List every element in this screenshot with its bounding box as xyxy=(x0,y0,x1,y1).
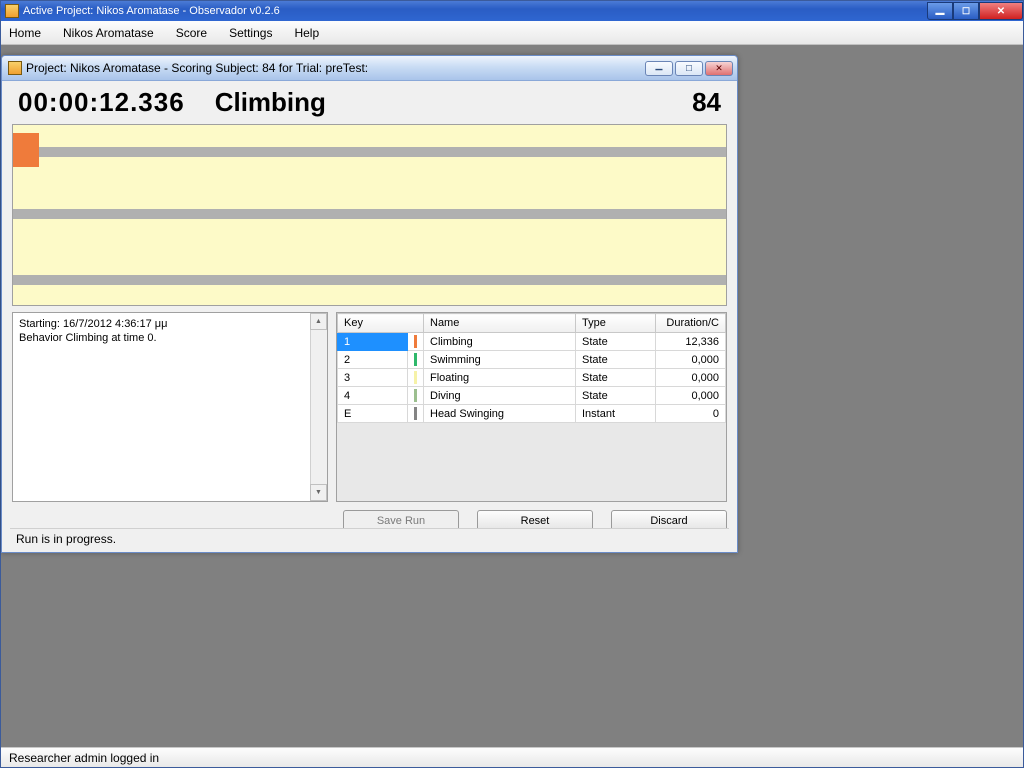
main-window: Active Project: Nikos Aromatase - Observ… xyxy=(0,0,1024,768)
scoring-title: Project: Nikos Aromatase - Scoring Subje… xyxy=(26,61,368,75)
behavior-grid[interactable]: Key Name Type Duration/C 1ClimbingState1… xyxy=(336,312,727,502)
cell-color-swatch xyxy=(408,369,424,387)
col-type[interactable]: Type xyxy=(576,314,656,333)
cell-color-swatch xyxy=(408,351,424,369)
menu-help[interactable]: Help xyxy=(294,26,319,40)
timeline-track xyxy=(13,275,726,285)
cell-name: Floating xyxy=(424,369,576,387)
app-icon xyxy=(8,61,22,75)
main-status-text: Researcher admin logged in xyxy=(9,751,159,765)
scroll-up-button[interactable] xyxy=(310,313,327,330)
cell-duration: 12,336 xyxy=(656,333,726,351)
scoring-titlebar[interactable]: Project: Nikos Aromatase - Scoring Subje… xyxy=(2,56,737,81)
menu-settings[interactable]: Settings xyxy=(229,26,272,40)
child-statusbar: Run is in progress. xyxy=(10,528,729,548)
child-maximize-button[interactable] xyxy=(675,61,703,76)
table-row[interactable]: E Head SwingingInstant0 xyxy=(338,405,726,423)
log-line: Starting: 16/7/2012 4:36:17 μμ xyxy=(19,317,321,331)
table-row[interactable]: 1 ClimbingState12,336 xyxy=(338,333,726,351)
cell-duration: 0,000 xyxy=(656,351,726,369)
timeline-panel[interactable] xyxy=(12,124,727,306)
subject-id: 84 xyxy=(692,87,721,118)
main-title: Active Project: Nikos Aromatase - Observ… xyxy=(23,5,280,17)
menu-home[interactable]: Home xyxy=(9,26,41,40)
menubar: Home Nikos Aromatase Score Settings Help xyxy=(1,21,1023,45)
timeline-event-climbing xyxy=(13,133,39,167)
child-close-button[interactable] xyxy=(705,61,733,76)
table-header-row: Key Name Type Duration/C xyxy=(338,314,726,333)
table-row[interactable]: 3 FloatingState0,000 xyxy=(338,369,726,387)
table-row[interactable]: 4 DivingState0,000 xyxy=(338,387,726,405)
main-statusbar: Researcher admin logged in xyxy=(1,747,1023,767)
cell-type: State xyxy=(576,351,656,369)
col-key[interactable]: Key xyxy=(338,314,424,333)
elapsed-time: 00:00:12.336 xyxy=(18,87,185,118)
cell-name: Head Swinging xyxy=(424,405,576,423)
readout-bar: 00:00:12.336 Climbing 84 xyxy=(6,81,733,124)
cell-key: 2 xyxy=(338,351,408,369)
event-log[interactable]: Starting: 16/7/2012 4:36:17 μμ Behavior … xyxy=(12,312,328,502)
scroll-down-button[interactable] xyxy=(310,484,327,501)
child-status-text: Run is in progress. xyxy=(16,532,116,546)
cell-duration: 0,000 xyxy=(656,387,726,405)
main-minimize-button[interactable] xyxy=(927,2,953,20)
child-minimize-button[interactable] xyxy=(645,61,673,76)
cell-duration: 0,000 xyxy=(656,369,726,387)
col-duration[interactable]: Duration/C xyxy=(656,314,726,333)
cell-name: Climbing xyxy=(424,333,576,351)
menu-project[interactable]: Nikos Aromatase xyxy=(63,26,154,40)
cell-duration: 0 xyxy=(656,405,726,423)
cell-color-swatch xyxy=(408,405,424,423)
cell-name: Diving xyxy=(424,387,576,405)
main-titlebar[interactable]: Active Project: Nikos Aromatase - Observ… xyxy=(1,1,1023,21)
menu-score[interactable]: Score xyxy=(176,26,207,40)
log-line: Behavior Climbing at time 0. xyxy=(19,331,321,345)
timeline-track xyxy=(13,147,726,157)
main-maximize-button[interactable] xyxy=(953,2,979,20)
app-icon xyxy=(5,4,19,18)
cell-type: State xyxy=(576,333,656,351)
timeline-track xyxy=(13,209,726,219)
cell-key: E xyxy=(338,405,408,423)
cell-key: 1 xyxy=(338,333,408,351)
current-behavior: Climbing xyxy=(215,87,326,118)
scoring-window: Project: Nikos Aromatase - Scoring Subje… xyxy=(1,55,738,553)
cell-color-swatch xyxy=(408,333,424,351)
col-name[interactable]: Name xyxy=(424,314,576,333)
cell-key: 3 xyxy=(338,369,408,387)
cell-type: Instant xyxy=(576,405,656,423)
cell-type: State xyxy=(576,387,656,405)
cell-color-swatch xyxy=(408,387,424,405)
cell-key: 4 xyxy=(338,387,408,405)
mdi-client-area: Project: Nikos Aromatase - Scoring Subje… xyxy=(1,45,1023,747)
table-row[interactable]: 2 SwimmingState0,000 xyxy=(338,351,726,369)
cell-type: State xyxy=(576,369,656,387)
main-close-button[interactable] xyxy=(979,2,1023,20)
cell-name: Swimming xyxy=(424,351,576,369)
scrollbar[interactable] xyxy=(310,313,327,501)
